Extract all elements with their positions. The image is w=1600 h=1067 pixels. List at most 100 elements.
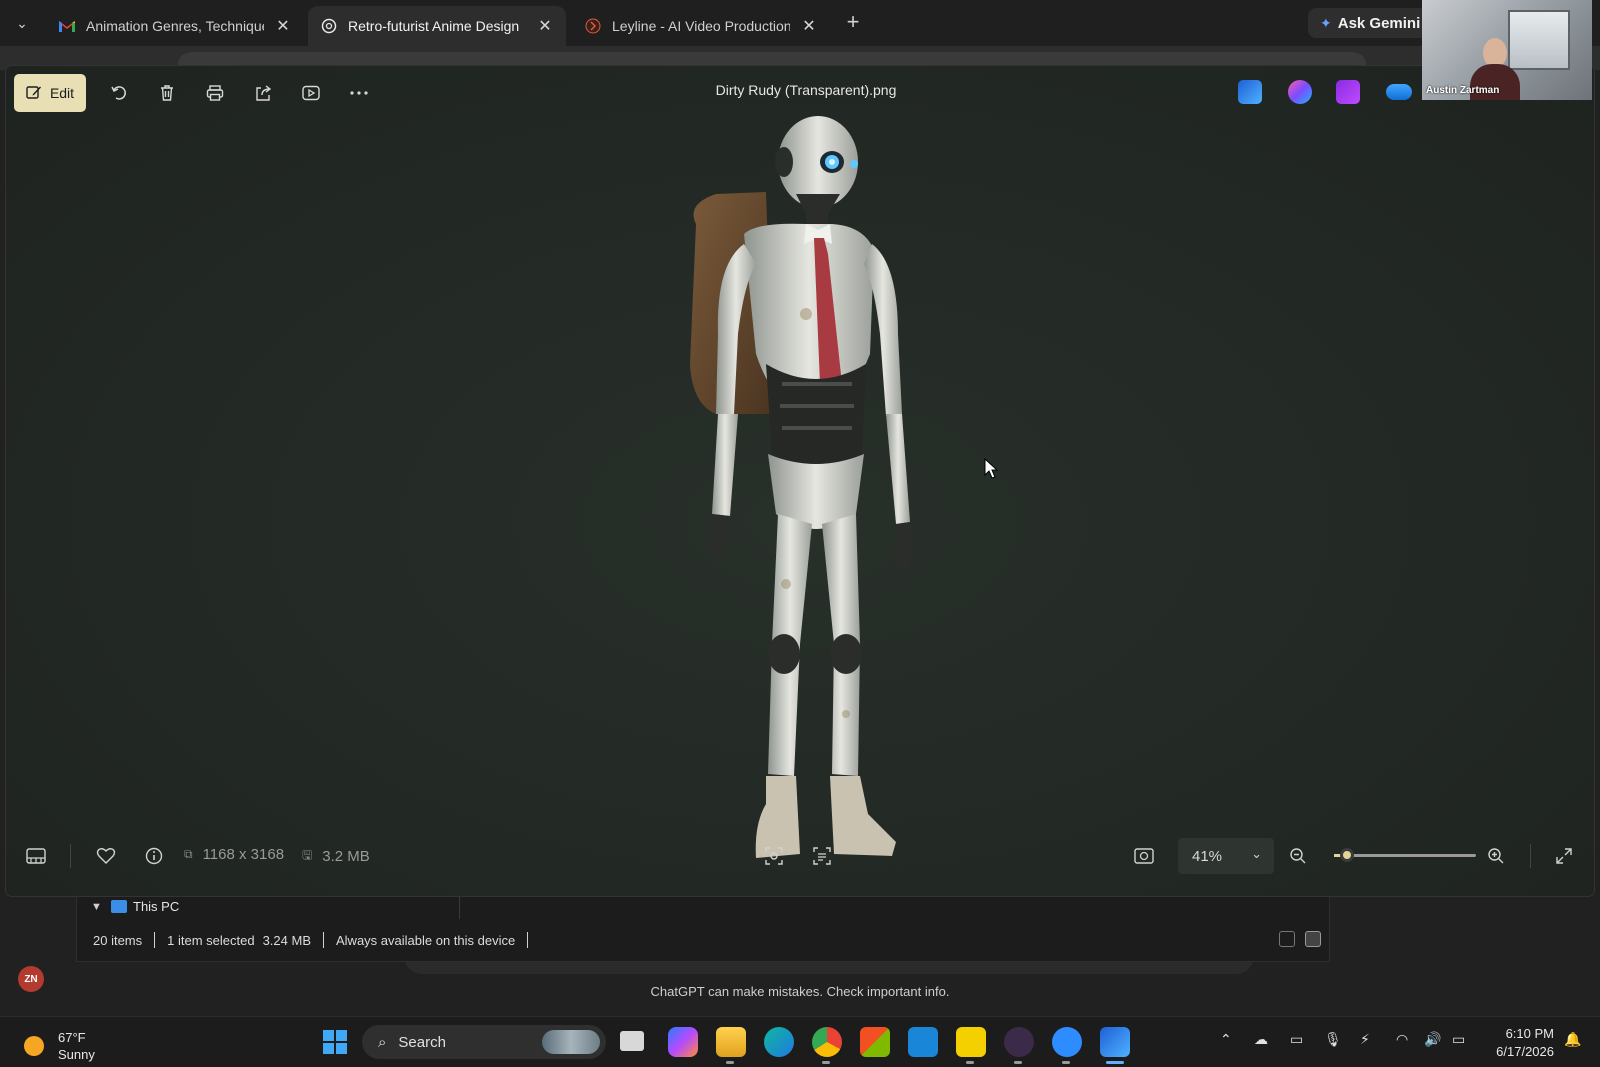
clipchamp-icon[interactable] [1336, 80, 1360, 104]
favorite-heart-icon[interactable] [92, 842, 120, 870]
snipping-tool-icon[interactable] [908, 1027, 938, 1057]
sticky-notes-icon[interactable] [956, 1027, 986, 1057]
plus-icon: + [846, 9, 860, 34]
leyline-icon [584, 17, 602, 35]
task-view-icon[interactable] [620, 1031, 644, 1051]
edit-pencil-icon [26, 84, 42, 103]
info-icon[interactable] [140, 842, 168, 870]
status-selected-size: 3.24 MB [262, 932, 311, 948]
battery-icon[interactable]: ▭ [1452, 1031, 1465, 1048]
explorer-status-bar: 20 items 1 item selected 3.24 MB Always … [77, 919, 1331, 961]
wifi-icon[interactable]: ◠ [1396, 1031, 1408, 1048]
microsoft-store-icon[interactable] [860, 1027, 890, 1057]
new-tab-button[interactable]: + [840, 10, 866, 36]
delete-icon[interactable] [152, 78, 182, 108]
tree-item-this-pc[interactable]: ▼ This PC [91, 899, 179, 914]
computer-icon [111, 900, 127, 913]
tab-leyline[interactable]: Leyline - AI Video Production P ✕ [572, 6, 830, 46]
notification-bell-icon[interactable]: 🔔 [1564, 1031, 1581, 1048]
cast-icon[interactable]: ▭ [1290, 1031, 1303, 1048]
chrome-icon[interactable] [812, 1027, 842, 1057]
weather-condition: Sunny [58, 1047, 95, 1062]
running-indicator [822, 1061, 830, 1064]
zoom-level-value: 41% [1192, 847, 1223, 865]
sun-icon [24, 1036, 44, 1056]
system-clock[interactable]: 6:10 PM 6/17/2026 [1484, 1025, 1554, 1061]
chevron-up-icon[interactable]: ⌃ [1220, 1031, 1232, 1048]
photos-app-icon[interactable] [1238, 80, 1262, 104]
image-dimensions: ⧉ 1168 x 3168 [184, 846, 284, 863]
clock-date: 6/17/2026 [1496, 1044, 1554, 1059]
file-explorer-icon[interactable] [716, 1027, 746, 1057]
tab-title: Leyline - AI Video Production P [612, 18, 790, 34]
taskbar-search-box[interactable]: ⌕ Search [362, 1025, 606, 1059]
webcam-participant-name: Austin Zartman [1426, 85, 1500, 96]
search-icon: ⌕ [378, 1033, 387, 1051]
visual-search-icon[interactable] [760, 842, 788, 870]
webcam-video-overlay: Austin Zartman [1422, 0, 1592, 100]
rotate-icon[interactable] [104, 78, 134, 108]
file-explorer-window: ▼ This PC 20 items 1 item selected 3.24 … [76, 888, 1330, 962]
edit-button[interactable]: Edit [14, 74, 86, 112]
chevron-down-icon[interactable]: ▼ [91, 901, 107, 913]
search-label: Search [398, 1033, 446, 1051]
search-highlight-image [542, 1030, 600, 1054]
print-icon[interactable] [200, 78, 230, 108]
copilot-icon[interactable] [668, 1027, 698, 1057]
tab-animation-genres[interactable]: Animation Genres, Technique an ✕ [46, 6, 304, 46]
start-windows-icon[interactable] [320, 1027, 350, 1057]
fullscreen-icon[interactable] [1550, 842, 1578, 870]
media-player-icon[interactable] [1004, 1027, 1034, 1057]
save-disk-icon: 🖫 [302, 848, 313, 862]
mouse-cursor-icon [984, 458, 998, 479]
status-separator [154, 932, 156, 948]
running-indicator [726, 1061, 734, 1064]
onedrive-tray-icon[interactable]: ☁ [1254, 1031, 1268, 1048]
photos-toolbar: Edit Dirty Rudy (Transparent).png [6, 66, 1594, 118]
zoom-level-dropdown[interactable]: 41% ⌄ [1178, 838, 1274, 874]
edge-icon[interactable] [764, 1027, 794, 1057]
status-item-count: 20 items [93, 932, 143, 948]
microphone-icon[interactable]: 🎙 [1324, 1031, 1342, 1048]
details-view-button[interactable] [1279, 931, 1295, 947]
active-app-indicator [1106, 1061, 1124, 1064]
share-icon[interactable] [248, 78, 278, 108]
zoom-icon[interactable] [1052, 1027, 1082, 1057]
image-dimensions-value: 1168 x 3168 [202, 846, 285, 863]
gemini-sparkle-icon: ✦ [1320, 14, 1332, 31]
scan-text-icon[interactable] [808, 842, 836, 870]
tab-retro-futurist[interactable]: Retro-futurist Anime Design ✕ [308, 6, 566, 46]
weather-temperature: 67°F [58, 1030, 86, 1045]
filmstrip-icon[interactable] [22, 842, 50, 870]
browser-tab-strip: ⌄ Animation Genres, Technique an ✕ Retro… [0, 0, 1600, 46]
photos-bottom-bar: ⧉ 1168 x 3168 🖫 3.2 MB 41% ⌄ [6, 830, 1594, 880]
zoom-out-icon[interactable] [1284, 842, 1312, 870]
close-icon[interactable]: ✕ [274, 16, 292, 36]
close-icon[interactable]: ✕ [800, 16, 818, 36]
tab-title: Retro-futurist Anime Design [348, 18, 520, 34]
close-icon[interactable]: ✕ [536, 16, 554, 36]
status-availability: Always available on this device [336, 932, 516, 948]
ask-gemini-button[interactable]: ✦ Ask Gemini [1308, 8, 1433, 38]
gmail-icon [58, 17, 76, 35]
volume-icon[interactable]: 🔊 [1424, 1031, 1441, 1048]
zoom-slider[interactable] [1334, 848, 1476, 862]
toolbar-separator [1530, 844, 1531, 868]
onedrive-icon[interactable] [1386, 84, 1412, 100]
weather-widget[interactable]: 67°F Sunny [24, 1029, 95, 1063]
status-separator [323, 932, 324, 948]
tree-item-label: This PC [133, 899, 180, 914]
zoom-in-icon[interactable] [1482, 842, 1510, 870]
file-size: 🖫 3.2 MB [302, 846, 370, 867]
tab-search-button[interactable]: ⌄ [8, 9, 36, 37]
running-indicator [966, 1061, 974, 1064]
dimensions-icon: ⧉ [184, 847, 193, 861]
status-separator [527, 932, 529, 948]
battery-saver-icon[interactable]: ⚡ [1360, 1031, 1370, 1048]
large-icons-view-button[interactable] [1305, 931, 1321, 947]
status-selected: 1 item selected [167, 932, 255, 948]
photos-taskbar-icon[interactable] [1100, 1027, 1130, 1057]
zoom-slider-handle[interactable] [1339, 848, 1354, 862]
fit-to-window-icon[interactable] [1130, 842, 1158, 870]
designer-icon[interactable] [1288, 80, 1312, 104]
